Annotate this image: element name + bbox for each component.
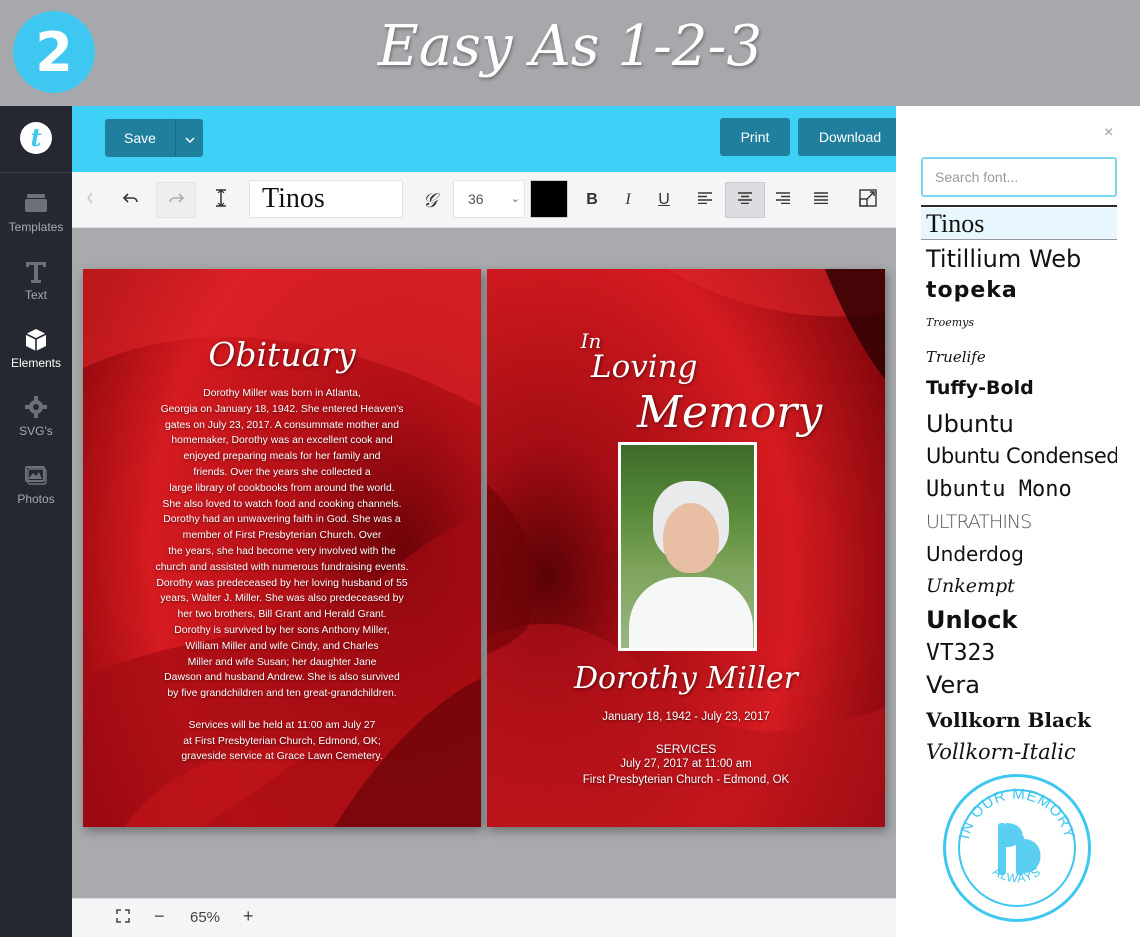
services-heading[interactable]: SERVICES xyxy=(487,742,885,756)
rail-item-text[interactable]: Text xyxy=(0,260,72,322)
align-left-icon xyxy=(698,191,712,209)
rail-item-templates[interactable]: Templates xyxy=(0,192,72,254)
redo-button[interactable] xyxy=(156,182,196,218)
download-button[interactable]: Download xyxy=(798,118,902,156)
align-right-button[interactable] xyxy=(770,182,796,218)
font-style-icon: 𝒢 xyxy=(422,188,438,212)
zoom-level: 65% xyxy=(190,909,221,926)
font-family-input[interactable]: Tinos xyxy=(249,180,403,218)
line-height-button[interactable] xyxy=(208,182,234,218)
print-button[interactable]: Print xyxy=(720,118,790,156)
in-our-memory-logo: IN OUR MEMORY ALWAYS xyxy=(943,774,1091,922)
zoom-in-button[interactable]: + xyxy=(243,906,254,927)
zoom-bar: − 65% + xyxy=(72,898,896,937)
close-icon[interactable]: × xyxy=(1104,124,1113,142)
undo-icon xyxy=(122,191,139,209)
font-option-ubuntu-condensed[interactable]: Ubuntu Condensed xyxy=(921,440,1117,472)
align-justify-button[interactable] xyxy=(808,182,834,218)
align-justify-icon xyxy=(814,191,828,209)
rail-label: Text xyxy=(24,288,47,302)
templates-icon xyxy=(0,192,72,216)
resize-icon xyxy=(859,188,877,212)
undo-button[interactable] xyxy=(116,182,146,218)
font-option-vera[interactable]: Vera xyxy=(921,669,1117,701)
font-option-vollkorn-italic[interactable]: Vollkorn-Italic xyxy=(921,736,1117,768)
text-color-picker[interactable] xyxy=(530,180,568,218)
font-option-vollkorn-black[interactable]: Vollkorn Black xyxy=(921,704,1117,736)
gear-icon xyxy=(0,396,72,420)
font-list-divider xyxy=(921,205,1117,207)
redo-icon xyxy=(168,191,185,209)
font-size-select[interactable]: 36 ⌄ xyxy=(453,180,525,218)
services-place[interactable]: First Presbyterian Church - Edmond, OK xyxy=(487,774,885,786)
banner-title: Easy As 1-2-3 xyxy=(377,14,763,79)
font-option-underdog[interactable]: Underdog xyxy=(921,538,1117,570)
page-left[interactable]: Obituary Dorothy Miller was born in Atla… xyxy=(83,269,481,827)
font-option-ultrathins[interactable]: ULTRATHINS xyxy=(921,506,1117,538)
rail-item-svgs[interactable]: SVG's xyxy=(0,396,72,458)
font-option-tinos[interactable]: Tinos xyxy=(921,208,1117,240)
rail-label: SVG's xyxy=(19,424,53,438)
obituary-heading[interactable]: Obituary xyxy=(83,335,481,374)
chevron-down-icon xyxy=(184,130,195,146)
align-left-button[interactable] xyxy=(692,182,718,218)
rail-label: Photos xyxy=(17,492,55,506)
portrait-photo[interactable] xyxy=(618,442,757,651)
align-right-icon xyxy=(776,191,790,209)
top-toolbar: Save Print Download xyxy=(72,106,902,172)
deceased-name[interactable]: Dorothy Miller xyxy=(487,661,885,696)
obituary-body[interactable]: Dorothy Miller was born in Atlanta, Geor… xyxy=(141,386,423,765)
font-option-troemys[interactable]: Troemys xyxy=(921,307,1117,339)
fullscreen-icon xyxy=(116,909,130,927)
photos-icon xyxy=(0,464,72,488)
align-center-icon xyxy=(738,191,752,209)
back-button[interactable] xyxy=(80,182,100,218)
font-option-unlock[interactable]: Unlock xyxy=(921,604,1117,636)
left-rail: t Templates Text Elements SVG's Photos xyxy=(0,106,72,937)
line-height-icon xyxy=(213,188,229,213)
elements-icon xyxy=(0,328,72,352)
bold-button[interactable]: B xyxy=(580,182,604,218)
font-search-input[interactable] xyxy=(921,157,1117,197)
font-option-tuffy-bold[interactable]: Tuffy-Bold xyxy=(921,372,1117,404)
chevron-left-icon xyxy=(86,191,94,209)
underline-button[interactable]: U xyxy=(652,182,676,218)
font-option-truelife[interactable]: Truelife xyxy=(921,341,1117,373)
font-option-topeka[interactable]: topeka xyxy=(921,275,1117,307)
font-option-unkempt[interactable]: Unkempt xyxy=(921,570,1117,602)
rail-label: Elements xyxy=(10,356,62,370)
font-option-ubuntu[interactable]: Ubuntu xyxy=(921,408,1117,440)
fit-screen-button[interactable] xyxy=(116,909,130,927)
font-panel: × Tinos Titillium Web topeka Troemys Tru… xyxy=(896,106,1140,937)
services-date[interactable]: July 27, 2017 at 11:00 am xyxy=(487,758,885,770)
font-option-vt323[interactable]: VT323 xyxy=(921,637,1117,669)
banner: 2 Easy As 1-2-3 xyxy=(0,0,1140,106)
rail-item-elements[interactable]: Elements xyxy=(0,328,72,390)
zoom-out-button[interactable]: − xyxy=(154,906,165,927)
design-canvas[interactable]: Obituary Dorothy Miller was born in Atla… xyxy=(72,228,896,898)
app-logo[interactable]: t xyxy=(20,122,52,154)
format-toolbar: Tinos 𝒢 36 ⌄ B I U xyxy=(72,172,896,228)
rail-item-photos[interactable]: Photos xyxy=(0,464,72,526)
page-right[interactable]: In Loving Memory Dorothy Miller January … xyxy=(487,269,885,827)
bold-icon: B xyxy=(586,191,598,208)
rail-divider xyxy=(0,172,72,173)
rail-label: Templates xyxy=(8,220,64,234)
font-option-ubuntu-mono[interactable]: Ubuntu Mono xyxy=(921,474,1117,506)
loving-text[interactable]: Loving xyxy=(591,349,698,385)
font-option-titillium-web[interactable]: Titillium Web xyxy=(921,243,1117,275)
underline-icon: U xyxy=(658,191,670,208)
font-style-button[interactable]: 𝒢 xyxy=(416,182,444,218)
text-icon xyxy=(0,260,72,284)
align-center-button[interactable] xyxy=(725,182,765,218)
save-options-button[interactable] xyxy=(175,119,203,157)
life-dates[interactable]: January 18, 1942 - July 23, 2017 xyxy=(487,711,885,723)
italic-icon: I xyxy=(625,191,631,208)
memory-text[interactable]: Memory xyxy=(637,387,822,438)
resize-button[interactable] xyxy=(854,182,882,218)
italic-button[interactable]: I xyxy=(616,182,640,218)
chevron-down-icon: ⌄ xyxy=(510,193,520,205)
save-button[interactable]: Save xyxy=(105,119,175,157)
